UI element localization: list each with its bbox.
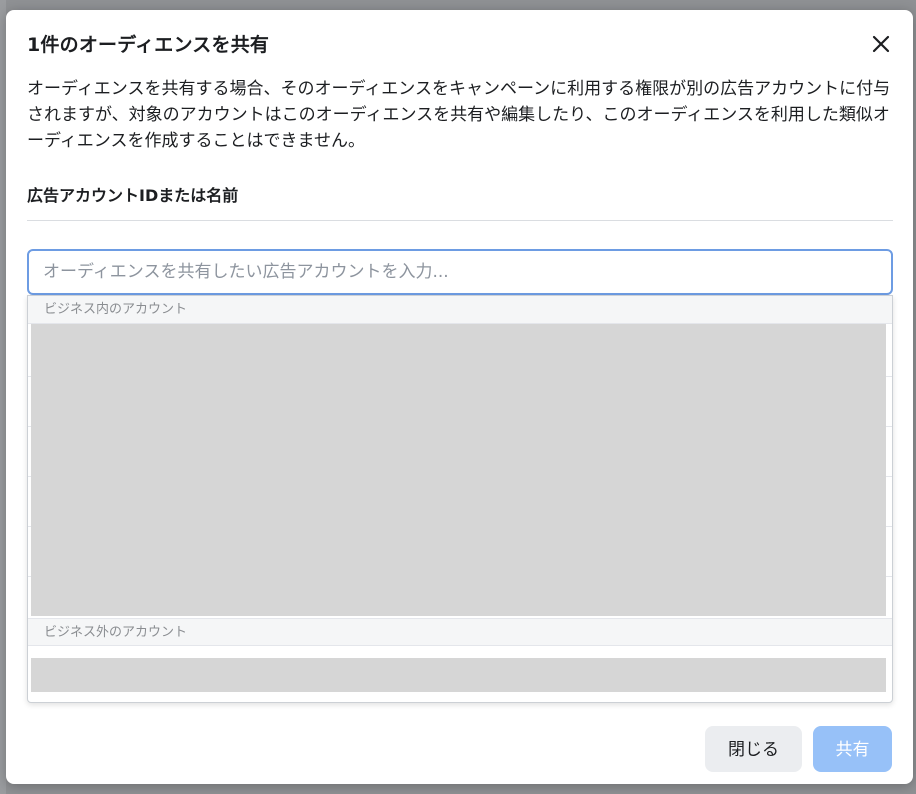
share-audience-dialog: 1件のオーディエンスを共有 オーディエンスを共有する場合、そのオーディエンスをキ… (6, 10, 913, 784)
divider (27, 220, 893, 221)
account-suggestions-dropdown: ビジネス内のアカウント ビジネス外のアカウント (27, 295, 893, 703)
redacted-external-account-item[interactable] (31, 658, 886, 692)
redacted-internal-account-list[interactable] (31, 324, 886, 616)
close-icon (867, 30, 895, 58)
close-button[interactable]: 閉じる (705, 726, 802, 772)
ad-account-search-input[interactable] (29, 251, 891, 293)
ad-account-field-label: 広告アカウントIDまたは名前 (27, 186, 239, 205)
share-button[interactable]: 共有 (813, 726, 892, 772)
section-header-external-accounts: ビジネス外のアカウント (28, 618, 892, 646)
close-dialog-button[interactable] (867, 30, 895, 58)
dialog-description: オーディエンスを共有する場合、そのオーディエンスをキャンペーンに利用する権限が別… (27, 79, 891, 151)
ad-account-search-field[interactable] (27, 249, 893, 295)
section-header-internal-accounts: ビジネス内のアカウント (28, 296, 892, 324)
dialog-title: 1件のオーディエンスを共有 (27, 34, 270, 56)
